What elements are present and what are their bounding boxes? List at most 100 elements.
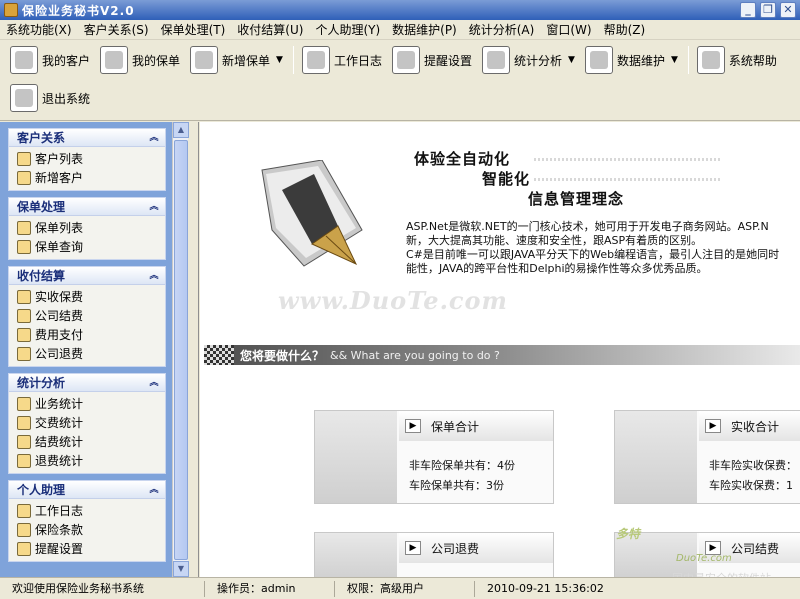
arrow-right-icon[interactable]: ▶: [405, 419, 421, 433]
menu-window[interactable]: 窗口(W): [540, 21, 597, 38]
sidebar-item-refund-stats[interactable]: 退费统计: [9, 451, 165, 470]
site-logo: 多特: [616, 527, 641, 541]
sidebar-item-policy-list[interactable]: 保单列表: [9, 218, 165, 237]
menu-data[interactable]: 数据维护(P): [386, 21, 463, 38]
splitter[interactable]: [189, 122, 199, 577]
main-panel: 体验全自动化 智能化 信息管理理念 ASP.Net是微软.NET的一门核心技术，…: [200, 122, 800, 577]
reminder-button[interactable]: 提醒设置: [388, 43, 478, 77]
intro-line: 新，大大提高其功能、速度和安全性，跟ASP有着质的区别。: [406, 234, 703, 247]
work-log-icon: [301, 46, 330, 74]
menu-system[interactable]: 系统功能(X): [0, 21, 78, 38]
scroll-down-icon[interactable]: ▼: [173, 561, 189, 577]
collapse-icon[interactable]: ︽: [147, 376, 161, 390]
sidebar-group-header[interactable]: 统计分析 ︽: [9, 374, 165, 392]
exit-button[interactable]: 退出系统: [6, 81, 96, 115]
chevron-down-icon[interactable]: ▼: [276, 55, 283, 65]
sidebar-item-company-refund[interactable]: 公司退费: [9, 344, 165, 363]
sidebar-item-reminder[interactable]: 提醒设置: [9, 539, 165, 558]
collapse-icon[interactable]: ︽: [147, 483, 161, 497]
sidebar-item-label: 工作日志: [35, 504, 84, 518]
sidebar-group-header[interactable]: 个人助理 ︽: [9, 481, 165, 499]
intro-line: 能性，JAVA的跨平台性和Delphi的易操作性等众多优秀品质。: [406, 262, 708, 275]
chart-icon: [17, 453, 31, 468]
title-bar: 保险业务秘书V2.0 _ ❐ ✕: [0, 0, 800, 20]
data-maintenance-label: 数据维护: [616, 53, 665, 68]
document-icon: [17, 170, 31, 185]
sidebar-item-label: 退费统计: [35, 454, 84, 468]
card-line: 非车险保单共有：4份: [409, 459, 515, 472]
menu-assistant[interactable]: 个人助理(Y): [309, 21, 386, 38]
sidebar-scrollbar[interactable]: ▲ ▼: [172, 122, 189, 577]
sidebar-group-header[interactable]: 收付结算 ︽: [9, 267, 165, 285]
collapse-icon[interactable]: ︽: [147, 269, 161, 283]
work-log-button[interactable]: 工作日志: [298, 43, 388, 77]
data-maintenance-button[interactable]: 数据维护 ▼: [581, 43, 684, 77]
sidebar-group-title: 收付结算: [17, 269, 66, 283]
my-customers-button[interactable]: 我的客户: [6, 43, 96, 77]
sidebar-group-statistics: 统计分析 ︽ 业务统计 交费统计 结费统计 退费统计: [8, 373, 166, 474]
menu-statistics[interactable]: 统计分析(A): [463, 21, 541, 38]
toolbar-separator: [687, 46, 689, 74]
sidebar-item-expense-payment[interactable]: 费用支付: [9, 325, 165, 344]
sidebar-item-label: 业务统计: [35, 397, 84, 411]
sidebar-item-received-premium[interactable]: 实收保费: [9, 287, 165, 306]
sidebar-item-insurance-terms[interactable]: 保险条款: [9, 520, 165, 539]
reminder-label: 提醒设置: [423, 53, 472, 68]
decorative-line: [534, 158, 720, 161]
yen-icon: [17, 327, 31, 342]
card-policy-total: ▶ 保单合计 非车险保单共有：4份 车险保单共有：3份: [314, 410, 554, 504]
scrollbar-thumb[interactable]: [174, 140, 188, 560]
menu-customer[interactable]: 客户关系(S): [78, 21, 155, 38]
sidebar-group-policy: 保单处理 ︽ 保单列表 保单查询: [8, 197, 166, 260]
my-policies-button[interactable]: 我的保单: [96, 43, 186, 77]
sidebar-item-settlement-stats[interactable]: 结费统计: [9, 432, 165, 451]
sidebar-item-business-stats[interactable]: 业务统计: [9, 394, 165, 413]
sidebar-item-label: 费用支付: [35, 328, 84, 342]
statistics-button[interactable]: 统计分析 ▼: [478, 43, 581, 77]
window-controls: _ ❐ ✕: [740, 2, 796, 18]
sidebar-group-header[interactable]: 保单处理 ︽: [9, 198, 165, 216]
card-title: 公司退费: [431, 541, 480, 556]
sidebar-item-customer-list[interactable]: 客户列表: [9, 149, 165, 168]
system-help-label: 系统帮助: [728, 53, 777, 68]
collapse-icon[interactable]: ︽: [147, 200, 161, 214]
menu-help[interactable]: 帮助(Z): [598, 21, 652, 38]
sidebar-item-label: 保险条款: [35, 523, 84, 537]
sidebar-group-header[interactable]: 客户关系 ︽: [9, 129, 165, 147]
sidebar-item-new-customer[interactable]: 新增客户: [9, 168, 165, 187]
policy-list-icon: [17, 220, 31, 235]
arrow-right-icon[interactable]: ▶: [405, 541, 421, 555]
exit-icon: [10, 84, 38, 112]
sidebar-item-label: 保单查询: [35, 240, 84, 254]
sidebar-item-company-settlement[interactable]: 公司结费: [9, 306, 165, 325]
menu-settlement[interactable]: 收付结算(U): [231, 21, 309, 38]
restore-button[interactable]: ❐: [760, 2, 776, 18]
sidebar-item-label: 客户列表: [35, 152, 84, 166]
close-button[interactable]: ✕: [780, 2, 796, 18]
sidebar-item-policy-query[interactable]: 保单查询: [9, 237, 165, 256]
collapse-icon[interactable]: ︽: [147, 131, 161, 145]
chevron-down-icon[interactable]: ▼: [671, 55, 678, 65]
chart-icon: [17, 396, 31, 411]
chevron-down-icon[interactable]: ▼: [568, 55, 575, 65]
fountain-pen-icon: [261, 160, 363, 267]
scroll-up-icon[interactable]: ▲: [173, 122, 189, 138]
card-line: 非车险实收保费：: [709, 459, 797, 472]
chart-icon: [17, 434, 31, 449]
system-help-button[interactable]: 系统帮助: [693, 43, 783, 77]
statistics-icon: [482, 46, 510, 74]
sidebar-item-work-log[interactable]: 工作日志: [9, 501, 165, 520]
new-policy-button[interactable]: 新增保单 ▼: [186, 43, 289, 77]
checker-decoration: [204, 345, 234, 365]
section-banner: 您将要做什么？ && What are you going to do ?: [204, 345, 800, 365]
new-policy-label: 新增保单: [222, 53, 271, 68]
status-welcome: 欢迎使用保险业务秘书系统: [0, 580, 205, 597]
arrow-right-icon[interactable]: ▶: [705, 419, 721, 433]
minimize-button[interactable]: _: [740, 2, 756, 18]
sidebar-item-label: 保单列表: [35, 221, 84, 235]
card-image: [315, 533, 397, 577]
menu-policy[interactable]: 保单处理(T): [155, 21, 232, 38]
sidebar-item-payment-stats[interactable]: 交费统计: [9, 413, 165, 432]
card-line: 车险实收保费：1: [709, 479, 793, 492]
my-customers-label: 我的客户: [42, 53, 91, 68]
